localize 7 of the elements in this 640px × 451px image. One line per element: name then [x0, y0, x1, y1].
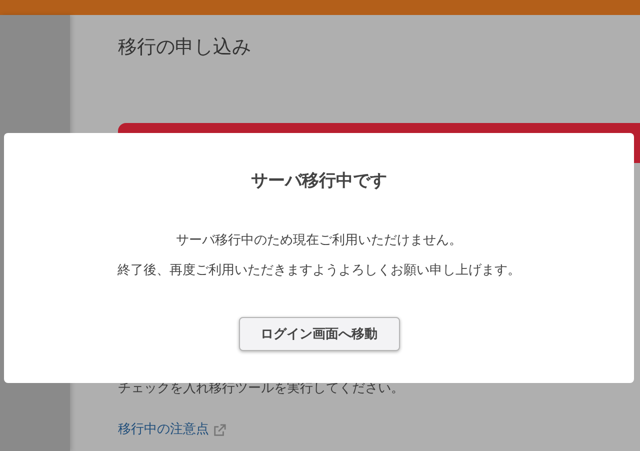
- notes-link[interactable]: 移行中の注意点: [118, 420, 226, 440]
- login-button[interactable]: ログイン画面へ移動: [238, 317, 400, 351]
- page-title: 移行の申し込み: [118, 35, 251, 59]
- dialog-message: サーバ移行中のため現在ご利用いただけません。: [176, 232, 462, 250]
- dialog-title: サーバ移行中です: [251, 170, 387, 193]
- dialog-message: 終了後、再度ご利用いただきますようよろしくお願い申し上げます。: [118, 262, 520, 280]
- external-link-icon: [213, 424, 226, 436]
